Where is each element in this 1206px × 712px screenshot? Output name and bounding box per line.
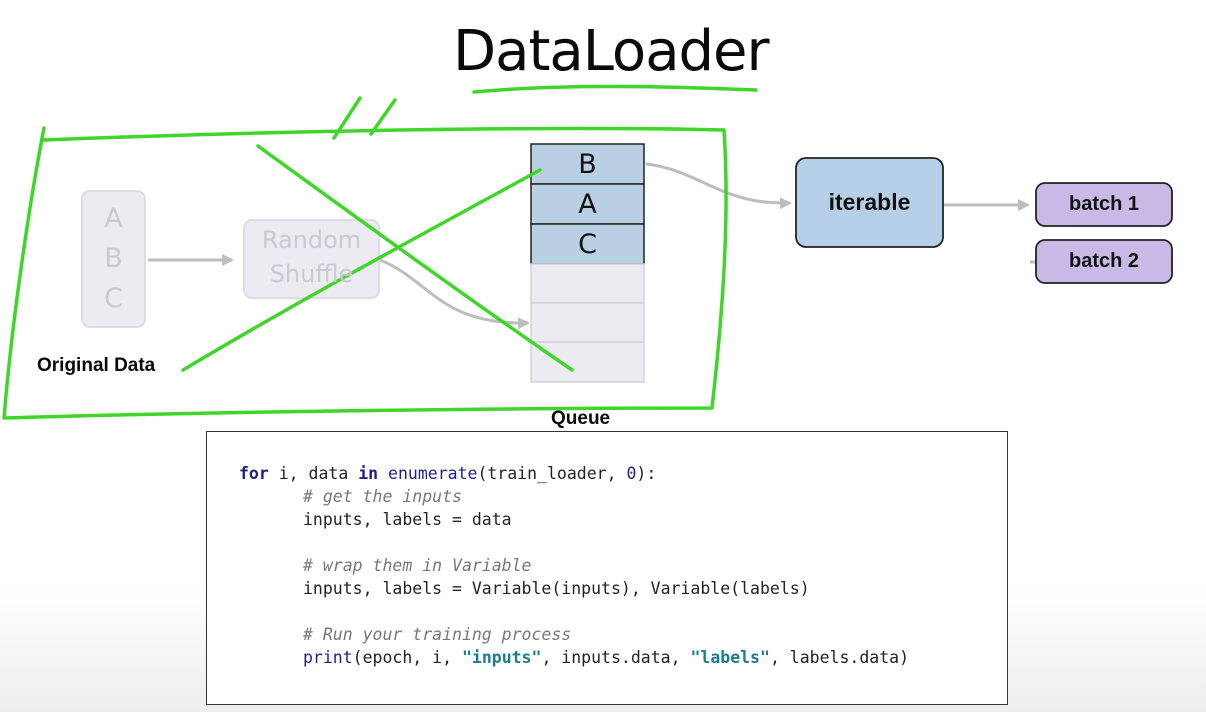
code-number: 0 bbox=[626, 464, 637, 483]
shuffle-line-1: Random bbox=[261, 226, 362, 254]
code-line-7: print(epoch, i, "inputs", inputs.data, "… bbox=[239, 646, 1007, 669]
original-letter-b: B bbox=[104, 243, 123, 274]
code-string-inputs: "inputs" bbox=[461, 648, 542, 667]
code-line-5: inputs, labels = Variable(inputs), Varia… bbox=[303, 579, 810, 598]
queue-cell-empty-1 bbox=[530, 263, 645, 304]
code-string-labels: "labels" bbox=[690, 648, 770, 667]
iterable-label: iterable bbox=[828, 189, 911, 215]
title-underline bbox=[472, 84, 758, 94]
code-comment-2: # wrap them in Variable bbox=[303, 556, 532, 575]
code-listing: for i, data in enumerate(train_loader, 0… bbox=[206, 431, 1008, 705]
queue-caption: Queue bbox=[551, 408, 611, 429]
code-text: , inputs.data, bbox=[541, 648, 691, 667]
shuffle-line-2: Shuffle bbox=[269, 260, 354, 288]
queue-cell-empty-2 bbox=[530, 302, 645, 343]
code-line-1: for i, data in enumerate(train_loader, 0… bbox=[239, 462, 1007, 485]
batch-1-label: batch 1 bbox=[1068, 193, 1140, 215]
original-letter-a: A bbox=[104, 203, 123, 234]
queue-cell-empty-3 bbox=[530, 341, 645, 383]
original-letter-c: C bbox=[104, 283, 123, 314]
code-text: , labels.data) bbox=[769, 648, 910, 667]
code-text: (train_loader, bbox=[477, 464, 627, 483]
code-comment-1: # get the inputs bbox=[303, 487, 462, 506]
arrow-shuffle-to-queue bbox=[379, 258, 530, 330]
code-keyword-in: in bbox=[358, 464, 379, 483]
code-builtin-enumerate: enumerate bbox=[388, 464, 478, 483]
code-builtin-print: print bbox=[303, 648, 353, 667]
batch-2-label: batch 2 bbox=[1068, 250, 1140, 272]
code-comment-3: # Run your training process bbox=[303, 625, 572, 644]
queue-letter-1: B bbox=[578, 148, 597, 180]
original-data-caption: Original Data bbox=[37, 355, 156, 376]
code-text: (epoch, i, bbox=[352, 648, 462, 667]
queue-letter-3: C bbox=[578, 228, 597, 260]
code-text: ): bbox=[636, 464, 657, 483]
queue-letter-2: A bbox=[578, 188, 597, 220]
code-line-3: inputs, labels = data bbox=[303, 510, 512, 529]
code-text: i, data bbox=[268, 464, 359, 483]
arrow-queue-to-iterable bbox=[645, 162, 792, 210]
code-keyword-for: for bbox=[239, 464, 269, 483]
